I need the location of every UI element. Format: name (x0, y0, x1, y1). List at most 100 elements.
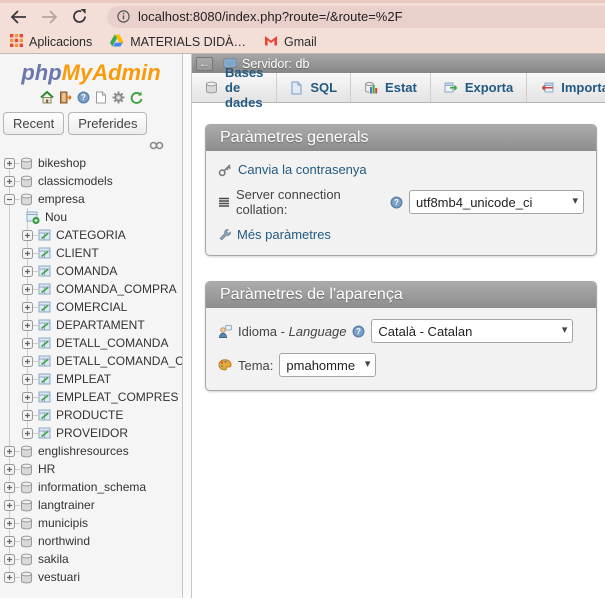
change-password-link[interactable]: Canvia la contrasenya (238, 162, 367, 177)
appearance-settings-title: Paràmetres de l'aparença (206, 282, 596, 308)
tab-sql[interactable]: SQL (277, 73, 351, 102)
expander-plus[interactable] (4, 446, 15, 457)
expander-plus[interactable] (4, 554, 15, 565)
export-icon (444, 81, 458, 94)
gear-icon[interactable] (112, 91, 125, 104)
tree-item-label: DETALL_COMANDA (56, 336, 168, 350)
tree-item-detall-comanda[interactable]: DETALL_COMANDA (0, 334, 182, 352)
tree-item-producte[interactable]: PRODUCTE (0, 406, 182, 424)
sidebar-button-preferides[interactable]: Preferides (68, 112, 147, 135)
expander-minus[interactable] (4, 194, 15, 205)
database-icon (20, 193, 33, 206)
tree-item-comanda[interactable]: COMANDA (0, 262, 182, 280)
phpmyadmin-logo[interactable]: phpMyAdmin (0, 60, 182, 86)
expander-plus[interactable] (4, 572, 15, 583)
docs-icon[interactable] (95, 91, 107, 104)
expander-plus[interactable] (22, 392, 33, 403)
collation-select[interactable]: utf8mb4_unicode_ci (409, 190, 584, 214)
back-icon[interactable] (10, 10, 27, 24)
sidebar-scrollbar[interactable] (183, 54, 192, 598)
tree-item-empleat-compres[interactable]: EMPLEAT_COMPRES (0, 388, 182, 406)
theme-select[interactable]: pmahomme (279, 353, 376, 377)
bookmark-aplicacions[interactable]: Aplicacions (10, 34, 92, 50)
tree-item-proveidor[interactable]: PROVEIDOR (0, 424, 182, 442)
table-icon (38, 427, 51, 439)
tree-item-englishresources[interactable]: englishresources (0, 442, 182, 460)
tree-item-hr[interactable]: HR (0, 460, 182, 478)
expander-plus[interactable] (22, 230, 33, 241)
help-icon[interactable]: ? (77, 91, 90, 104)
collapse-nav-button[interactable]: ← (196, 57, 213, 71)
key-icon (218, 163, 232, 177)
expander-plus[interactable] (22, 248, 33, 259)
expander-plus[interactable] (22, 302, 33, 313)
user-language-icon (218, 325, 232, 338)
tree-item-label: DETALL_COMANDA_COMPRA (56, 354, 182, 368)
tree-item-comanda-compra[interactable]: COMANDA_COMPRA (0, 280, 182, 298)
help-icon[interactable]: ? (390, 196, 403, 209)
logout-icon[interactable] (59, 91, 72, 104)
expander-plus[interactable] (4, 464, 15, 475)
expander-plus[interactable] (22, 266, 33, 277)
tree-item-municipis[interactable]: municipis (0, 514, 182, 532)
tab-estat[interactable]: Estat (351, 73, 431, 102)
tree-item-classicmodels[interactable]: classicmodels (0, 172, 182, 190)
expander-plus[interactable] (22, 320, 33, 331)
tree-item-empresa[interactable]: empresa (0, 190, 182, 208)
expander-plus[interactable] (4, 482, 15, 493)
expander-plus[interactable] (22, 410, 33, 421)
tree-item-detall-comanda-compra[interactable]: DETALL_COMANDA_COMPRA (0, 352, 182, 370)
expander-plus[interactable] (4, 158, 15, 169)
expander-plus[interactable] (4, 176, 15, 187)
bookmark-gmail[interactable]: Gmail (264, 35, 317, 49)
reload-icon[interactable] (72, 9, 87, 24)
site-info-icon[interactable] (117, 10, 130, 23)
tab-exporta[interactable]: Exporta (431, 73, 527, 102)
sidebar-button-recent[interactable]: Recent (3, 112, 64, 135)
tree-item-label: PRODUCTE (56, 408, 123, 422)
tree-item-information-schema[interactable]: information_schema (0, 478, 182, 496)
tree-item-sakila[interactable]: sakila (0, 550, 182, 568)
more-settings-link[interactable]: Més paràmetres (237, 227, 331, 242)
tree-item-client[interactable]: CLIENT (0, 244, 182, 262)
bookmark-materials-did[interactable]: MATERIALS DIDÀ… (110, 34, 246, 50)
expander-plus[interactable] (22, 284, 33, 295)
bookmarks-bar: Aplicacions MATERIALS DIDÀ… Gmail (0, 30, 605, 54)
tree-item-northwind[interactable]: northwind (0, 532, 182, 550)
table-icon (38, 355, 51, 367)
help-icon[interactable]: ? (352, 325, 365, 338)
tab-bases-de-dades[interactable]: Bases de dades (192, 73, 277, 102)
refresh-icon[interactable] (130, 91, 143, 104)
home-icon[interactable] (40, 91, 54, 104)
expander-plus[interactable] (22, 338, 33, 349)
expander-plus[interactable] (4, 518, 15, 529)
tree-item-categoria[interactable]: CATEGORIA (0, 226, 182, 244)
phpmyadmin-app: phpMyAdmin ? RecentPreferides bikeshop cl… (0, 54, 605, 598)
apps-grid-icon (10, 34, 23, 50)
expander-plus[interactable] (22, 428, 33, 439)
tab-label: Estat (385, 80, 417, 95)
tree-item-nou[interactable]: Nou (0, 208, 182, 226)
address-bar[interactable]: localhost:8080/index.php?route=/&route=%… (107, 6, 605, 28)
tree-item-departament[interactable]: DEPARTAMENT (0, 316, 182, 334)
tree-item-vestuari[interactable]: vestuari (0, 568, 182, 586)
forward-icon[interactable] (41, 10, 58, 24)
status-icon (364, 81, 378, 94)
tree-item-comercial[interactable]: COMERCIAL (0, 298, 182, 316)
expander-plus[interactable] (22, 374, 33, 385)
language-select[interactable]: Català - Catalan (371, 319, 573, 343)
table-icon (38, 337, 51, 349)
tree-item-empleat[interactable]: EMPLEAT (0, 370, 182, 388)
database-icon (20, 175, 33, 188)
expander-plus[interactable] (4, 536, 15, 547)
tree-item-label: classicmodels (38, 174, 113, 188)
expander-plus[interactable] (22, 356, 33, 367)
list-icon (218, 197, 230, 208)
bookmark-label: Aplicacions (29, 35, 92, 49)
tree-item-label: empresa (38, 192, 85, 206)
link-icon[interactable] (149, 141, 164, 150)
tree-item-bikeshop[interactable]: bikeshop (0, 154, 182, 172)
expander-plus[interactable] (4, 500, 15, 511)
tree-item-langtrainer[interactable]: langtrainer (0, 496, 182, 514)
tab-importa[interactable]: Importa (527, 73, 605, 102)
